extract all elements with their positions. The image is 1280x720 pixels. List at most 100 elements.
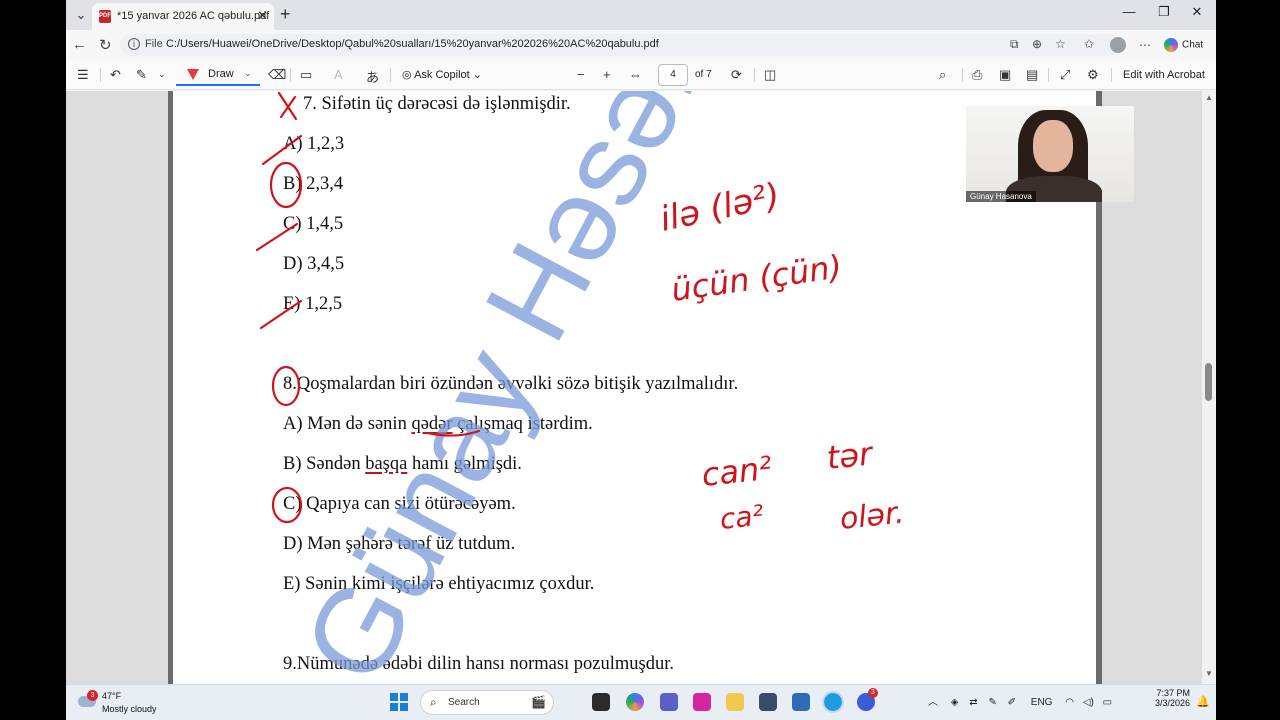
maximize-icon[interactable]: ❐ xyxy=(1149,4,1179,20)
favorite-star-icon[interactable]: ☆ xyxy=(1055,37,1066,51)
copilot-taskbar-icon[interactable] xyxy=(626,693,644,711)
vertical-scrollbar[interactable]: ▲ ▼ xyxy=(1202,91,1216,684)
q8-option-e: E) Sənin kimi işçilərə ehtiyacımız çoxdu… xyxy=(283,574,595,594)
profile-avatar[interactable] xyxy=(1110,37,1126,53)
tray-arrows-icon[interactable]: ⇄ xyxy=(969,697,977,708)
tab-title: *15 yanvar 2026 AC qəbulu.pdf xyxy=(117,10,270,22)
copilot-chat-button[interactable]: Chat xyxy=(1164,38,1203,52)
language-indicator[interactable]: ENG xyxy=(1031,697,1053,708)
note-oler: olər. xyxy=(838,495,906,537)
store-icon[interactable] xyxy=(792,693,810,711)
more-menu-icon[interactable]: ⋯ xyxy=(1139,38,1151,52)
page-number-input[interactable]: 4 xyxy=(658,64,688,86)
note-ucun: üçün (çün) xyxy=(669,247,844,309)
settings-gear-icon[interactable]: ⚙ xyxy=(1087,67,1099,83)
browser-window: ⌄ PDF *15 yanvar 2026 AC qəbulu.pdf ✕ + … xyxy=(66,0,1216,720)
info-icon[interactable]: i xyxy=(128,38,140,50)
task-view-icon[interactable] xyxy=(592,693,610,711)
search-highlight-icon: 🎬 xyxy=(531,695,546,709)
q7-option-c: C) 1,4,5 xyxy=(283,214,344,234)
save-as-icon[interactable]: ▤ xyxy=(1026,67,1038,83)
wifi-icon[interactable]: ◠ xyxy=(1065,697,1074,708)
tab-close-icon[interactable]: ✕ xyxy=(257,8,268,24)
pdf-icon: PDF xyxy=(99,10,111,23)
save-icon[interactable]: ▣ xyxy=(999,67,1011,83)
show-hidden-icon[interactable]: ︿ xyxy=(928,697,938,708)
ask-copilot-button[interactable]: ◎ Ask Copilot ⌄ xyxy=(402,68,482,81)
search-icon: ⌕ xyxy=(430,695,437,709)
translate-icon[interactable]: ⧉ xyxy=(1010,37,1019,52)
volume-icon[interactable]: ◁) xyxy=(1083,697,1094,708)
expand-icon[interactable]: ⤢ xyxy=(1060,67,1070,83)
tray-app-icon[interactable]: ◈ xyxy=(951,697,959,708)
question-7-stem: 7. Sifətin üç dərəcəsi də işlənmişdir. xyxy=(303,94,571,114)
text-icon: A xyxy=(334,67,343,82)
q7-option-d: D) 3,4,5 xyxy=(283,254,345,274)
system-tray: ︿ ◈ ⇄ ✎ ✐ ENG ◠ ◁) ▭ xyxy=(928,693,1112,708)
copilot-outline-icon: ◎ xyxy=(402,69,415,81)
reload-icon[interactable]: ↻ xyxy=(99,36,112,54)
file-explorer-icon[interactable] xyxy=(726,693,744,711)
tab-list-chevron-icon[interactable]: ⌄ xyxy=(70,5,92,25)
q7-option-b: B) 2,3,4 xyxy=(283,174,344,194)
favorites-list-icon[interactable]: ✩ xyxy=(1084,37,1094,51)
address-bar[interactable]: i File C:/Users/Huawei/OneDrive/Desktop/… xyxy=(120,34,1120,56)
taskbar: 3 47°F Mostly cloudy ⌕ Search 🎬 3 ︿ ◈ ⇄ … xyxy=(66,684,1216,720)
draw-chevron-icon[interactable]: ⌄ xyxy=(244,68,252,79)
undo-icon[interactable]: ↶ xyxy=(110,67,121,83)
instagram-icon[interactable] xyxy=(693,693,711,711)
tray-pen-icon[interactable]: ✎ xyxy=(988,697,996,708)
rotate-icon[interactable]: ⟳ xyxy=(731,67,742,83)
scroll-thumb[interactable] xyxy=(1205,363,1212,401)
clock-time: 7:37 PM xyxy=(1156,688,1190,698)
find-icon[interactable]: ⌕ xyxy=(939,67,946,83)
q7-option-a: A) 1,2,3 xyxy=(283,134,345,154)
weather-badge: 3 xyxy=(87,690,98,701)
notification-bell-icon[interactable]: 🔔 xyxy=(1196,695,1210,708)
contents-list-icon[interactable]: ☰ xyxy=(77,67,89,83)
fit-page-icon[interactable]: ⇔ xyxy=(629,67,642,82)
zoom-in-icon[interactable]: + xyxy=(603,67,611,82)
taskbar-search[interactable]: ⌕ Search 🎬 xyxy=(420,690,554,715)
note-ter: tər xyxy=(825,434,876,477)
edit-with-acrobat-button[interactable]: Edit with Acrobat xyxy=(1123,69,1205,81)
note-ile: ilə (lə²) xyxy=(657,175,784,239)
note-ca: ca² xyxy=(718,499,765,536)
scroll-up-icon[interactable]: ▲ xyxy=(1205,93,1213,102)
scroll-down-icon[interactable]: ▼ xyxy=(1205,669,1213,678)
url-text[interactable]: C:/Users/Huawei/OneDrive/Desktop/Qabul%2… xyxy=(166,38,659,50)
back-arrow-icon[interactable]: ← xyxy=(72,36,87,53)
minimize-icon[interactable]: — xyxy=(1114,4,1144,19)
start-windows-icon[interactable] xyxy=(390,693,408,711)
q7-option-e: E) 1,2,5 xyxy=(283,294,343,314)
zoom-app-icon[interactable]: 3 xyxy=(857,688,878,711)
q8-option-a: A) Mən də sənin qədər çalışmaq istərdim. xyxy=(283,414,593,434)
two-page-icon[interactable]: ◫ xyxy=(764,67,776,83)
draw-pen-icon xyxy=(187,69,199,80)
clock[interactable]: 7:37 PM 3/3/2026 xyxy=(1146,688,1190,708)
webcam-name: Günay Hasanova xyxy=(966,191,1036,202)
q8-option-d: D) Mən şəhərə tərəf üz tutdum. xyxy=(283,534,516,554)
address-row: ← ↻ i File C:/Users/Huawei/OneDrive/Desk… xyxy=(66,30,1216,60)
clock-date: 3/3/2026 xyxy=(1154,698,1190,708)
tab-active[interactable]: PDF *15 yanvar 2026 AC qəbulu.pdf ✕ xyxy=(92,3,274,30)
draw-button[interactable]: Draw ⌄ xyxy=(176,64,260,86)
page-total: of 7 xyxy=(695,69,712,80)
eraser-icon[interactable]: ⌫ xyxy=(268,67,286,83)
edge-icon[interactable] xyxy=(822,691,844,713)
tray-pencil-icon[interactable]: ✐ xyxy=(1008,697,1016,708)
tab-bar: ⌄ PDF *15 yanvar 2026 AC qəbulu.pdf ✕ + … xyxy=(66,0,1216,30)
read-aloud-icon[interactable]: あ xyxy=(366,67,379,86)
mail-icon[interactable] xyxy=(759,693,777,711)
highlight-icon[interactable]: ✎ xyxy=(136,67,147,83)
zoom-out-icon[interactable]: − xyxy=(577,67,585,82)
print-icon[interactable]: ⎙ xyxy=(972,67,982,83)
highlight-chevron-icon[interactable]: ⌄ xyxy=(158,69,166,80)
battery-icon[interactable]: ▭ xyxy=(1103,697,1112,708)
weather-condition: Mostly cloudy xyxy=(102,704,157,714)
teams-icon[interactable] xyxy=(660,693,678,711)
window-close-icon[interactable]: ✕ xyxy=(1182,4,1212,20)
new-tab-plus-icon[interactable]: + xyxy=(280,4,291,25)
zoom-icon[interactable]: ⊕ xyxy=(1032,37,1042,51)
page-view-icon[interactable]: ▭ xyxy=(300,67,312,83)
